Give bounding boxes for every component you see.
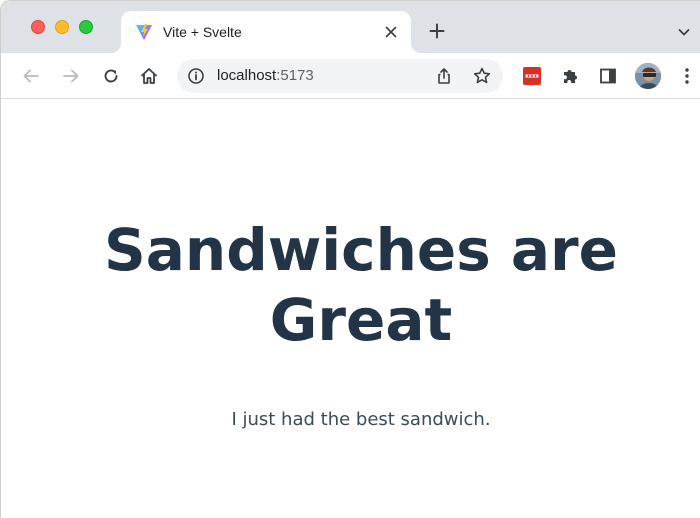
avatar[interactable] xyxy=(635,63,661,89)
site-info-icon[interactable] xyxy=(187,67,205,85)
tab-strip: Vite + Svelte xyxy=(1,1,700,53)
share-icon[interactable] xyxy=(433,65,455,87)
url-text: localhost:5173 xyxy=(217,67,314,84)
tab-vite-svelte[interactable]: Vite + Svelte xyxy=(121,11,411,53)
home-icon[interactable] xyxy=(135,62,163,90)
url-port: :5173 xyxy=(276,67,314,84)
window-close-button[interactable] xyxy=(31,20,45,34)
vite-favicon-icon xyxy=(135,23,153,41)
url-host: localhost xyxy=(217,67,277,84)
extension-icon[interactable] xyxy=(518,62,546,90)
tab-title: Vite + Svelte xyxy=(163,24,242,40)
browser-window: Vite + Svelte localhost:5173 Sandwiches … xyxy=(0,0,700,518)
forward-arrow-icon[interactable] xyxy=(57,62,85,90)
new-tab-plus-icon[interactable] xyxy=(425,19,449,43)
more-vert-icon[interactable] xyxy=(673,62,700,90)
headline-line-2: Great xyxy=(269,286,453,354)
browser-toolbar: localhost:5173 xyxy=(1,53,700,99)
bookmark-star-icon[interactable] xyxy=(471,65,493,87)
window-minimize-button[interactable] xyxy=(55,20,69,34)
side-panel-icon[interactable] xyxy=(594,62,622,90)
page-content: Sandwiches are Great I just had the best… xyxy=(1,99,700,518)
window-maximize-button[interactable] xyxy=(79,20,93,34)
address-bar[interactable]: localhost:5173 xyxy=(177,59,503,93)
tab-search-chevron-down-icon[interactable] xyxy=(673,21,695,43)
puzzle-icon[interactable] xyxy=(556,62,584,90)
page-subtext: I just had the best sandwich. xyxy=(231,409,491,430)
page-headline: Sandwiches are Great xyxy=(61,215,661,355)
back-arrow-icon[interactable] xyxy=(17,62,45,90)
headline-line-1: Sandwiches are xyxy=(104,216,618,284)
tab-close-icon[interactable] xyxy=(379,20,403,44)
reload-icon[interactable] xyxy=(97,62,125,90)
